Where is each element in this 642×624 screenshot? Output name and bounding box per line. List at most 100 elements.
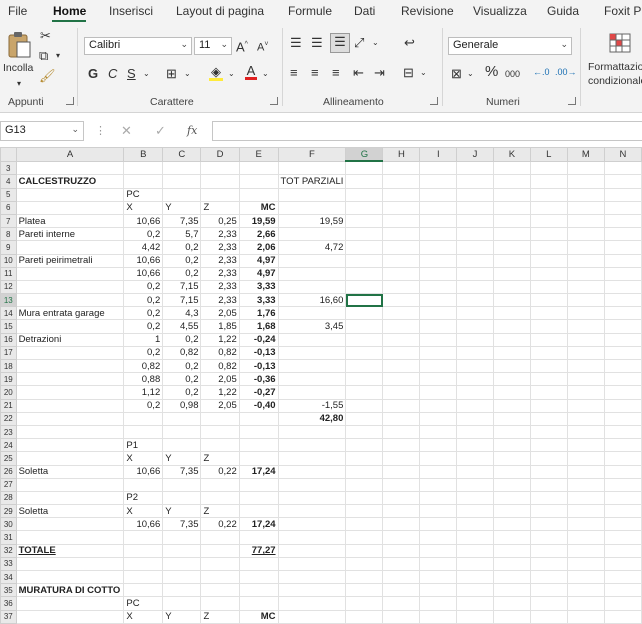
cell-n25[interactable] xyxy=(603,451,642,466)
cell-f8[interactable] xyxy=(277,227,347,242)
cell-e12[interactable]: 3,33 xyxy=(238,279,279,295)
cell-l35[interactable] xyxy=(529,583,568,598)
cell-h16[interactable] xyxy=(382,332,421,347)
cell-e35[interactable] xyxy=(238,583,279,598)
cell-f5[interactable] xyxy=(277,187,347,202)
tab-review[interactable]: Revisione xyxy=(401,4,454,18)
align-center-icon[interactable]: ≡ xyxy=(311,65,319,81)
increase-font-icon[interactable]: A^ xyxy=(236,37,248,55)
conditional-formatting-button[interactable] xyxy=(608,32,632,56)
cell-n17[interactable] xyxy=(603,345,642,361)
cell-b35[interactable] xyxy=(123,583,164,598)
cell-l4[interactable] xyxy=(529,174,568,189)
row-header[interactable]: 12 xyxy=(0,279,17,295)
cell-c28[interactable] xyxy=(162,490,202,506)
cell-b12[interactable]: 0,2 xyxy=(123,279,164,295)
cell-c30[interactable]: 7,35 xyxy=(162,517,202,532)
cell-m32[interactable] xyxy=(566,543,605,558)
row-header[interactable]: 14 xyxy=(0,306,17,321)
align-middle-icon[interactable]: ☰ xyxy=(311,35,323,51)
column-header-k[interactable]: K xyxy=(492,147,531,162)
cell-a12[interactable] xyxy=(15,279,125,295)
cell-k33[interactable] xyxy=(492,556,531,572)
cell-j28[interactable] xyxy=(456,490,494,506)
cell-a27[interactable] xyxy=(15,477,125,492)
cell-b28[interactable]: P2 xyxy=(123,490,164,506)
cell-l25[interactable] xyxy=(529,451,568,466)
cell-d35[interactable] xyxy=(200,583,240,598)
cell-m6[interactable] xyxy=(566,200,605,215)
cell-k15[interactable] xyxy=(492,319,531,334)
cell-h26[interactable] xyxy=(382,464,421,479)
cell-d24[interactable] xyxy=(200,438,240,453)
cell-m16[interactable] xyxy=(566,332,605,347)
cell-a7[interactable]: Platea xyxy=(15,213,125,229)
cell-i13[interactable] xyxy=(419,293,458,308)
cell-f13[interactable]: 16,60 xyxy=(277,293,347,308)
cell-j15[interactable] xyxy=(456,319,494,334)
column-header-c[interactable]: C xyxy=(162,147,202,162)
row-header[interactable]: 30 xyxy=(0,517,17,532)
cell-c18[interactable]: 0,2 xyxy=(162,358,202,374)
cell-l10[interactable] xyxy=(529,253,568,268)
cell-j26[interactable] xyxy=(456,464,494,479)
tab-file[interactable]: File xyxy=(8,4,27,18)
cell-a5[interactable] xyxy=(15,187,125,202)
cell-a4[interactable]: CALCESTRUZZO xyxy=(15,174,125,189)
cell-e21[interactable]: -0,40 xyxy=(238,398,279,413)
cell-e17[interactable]: -0,13 xyxy=(238,345,279,361)
borders-icon[interactable]: ⊞ xyxy=(166,66,177,82)
cell-b27[interactable] xyxy=(123,477,164,492)
cell-g28[interactable] xyxy=(345,490,384,506)
cell-g30[interactable] xyxy=(345,517,384,532)
increase-indent-icon[interactable]: ⇥ xyxy=(374,65,385,81)
cell-j6[interactable] xyxy=(456,200,494,215)
align-left-icon[interactable]: ≡ xyxy=(290,65,298,81)
cell-e14[interactable]: 1,76 xyxy=(238,306,279,321)
cell-m8[interactable] xyxy=(566,227,605,242)
cell-f15[interactable]: 3,45 xyxy=(277,319,347,334)
cell-l3[interactable] xyxy=(529,160,568,176)
cell-j29[interactable] xyxy=(456,504,494,519)
cell-m30[interactable] xyxy=(566,517,605,532)
column-header-h[interactable]: H xyxy=(382,147,421,162)
fill-chevron-down-icon[interactable]: ⌄ xyxy=(228,66,235,82)
cell-e6[interactable]: MC xyxy=(238,200,279,215)
cell-c12[interactable]: 7,15 xyxy=(162,279,202,295)
cell-i17[interactable] xyxy=(419,345,458,361)
cell-j35[interactable] xyxy=(456,583,494,598)
cell-m23[interactable] xyxy=(566,424,605,440)
cell-h12[interactable] xyxy=(382,279,421,295)
cell-b29[interactable]: X xyxy=(123,504,164,519)
cell-f10[interactable] xyxy=(277,253,347,268)
cell-l8[interactable] xyxy=(529,227,568,242)
number-format-dropdown[interactable]: Generale ⌄ xyxy=(448,37,572,55)
cell-k12[interactable] xyxy=(492,279,531,295)
cell-k14[interactable] xyxy=(492,306,531,321)
cell-c22[interactable] xyxy=(162,411,202,426)
cell-l32[interactable] xyxy=(529,543,568,558)
row-header[interactable]: 29 xyxy=(0,504,17,519)
cell-f17[interactable] xyxy=(277,345,347,361)
cell-e20[interactable]: -0,27 xyxy=(238,385,279,400)
cell-c20[interactable]: 0,2 xyxy=(162,385,202,400)
cell-h27[interactable] xyxy=(382,477,421,492)
cell-j36[interactable] xyxy=(456,596,494,611)
cell-b32[interactable] xyxy=(123,543,164,558)
bold-button[interactable]: G xyxy=(88,66,98,82)
cell-b31[interactable] xyxy=(123,530,164,545)
merge-chevron-down-icon[interactable]: ⌄ xyxy=(420,65,427,81)
cell-k28[interactable] xyxy=(492,490,531,506)
cell-e33[interactable] xyxy=(238,556,279,572)
cell-a31[interactable] xyxy=(15,530,125,545)
cell-l20[interactable] xyxy=(529,385,568,400)
cell-b15[interactable]: 0,2 xyxy=(123,319,164,334)
cell-m21[interactable] xyxy=(566,398,605,413)
cell-f34[interactable] xyxy=(277,569,347,585)
cell-g12[interactable] xyxy=(345,279,384,295)
cell-d4[interactable] xyxy=(200,174,240,189)
cell-b5[interactable]: PC xyxy=(123,187,164,202)
cell-c4[interactable] xyxy=(162,174,202,189)
cell-f16[interactable] xyxy=(277,332,347,347)
cell-f36[interactable] xyxy=(277,596,347,611)
